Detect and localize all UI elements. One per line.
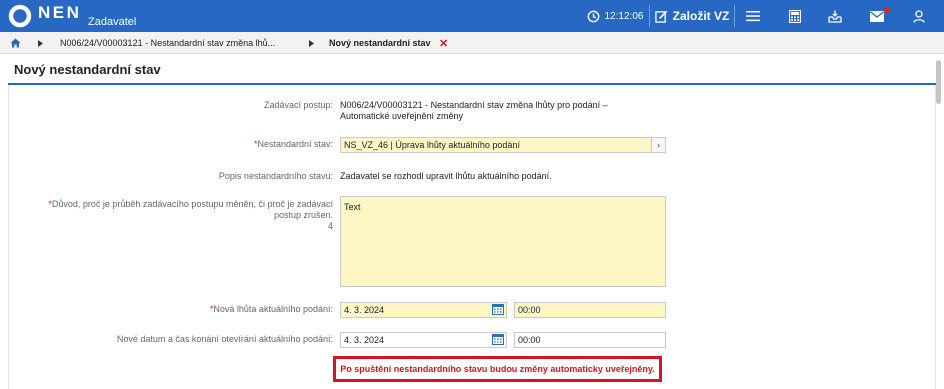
- breadcrumb: N006/24/V00003121 - Nestandardní stav zm…: [0, 32, 944, 54]
- divider: [734, 5, 735, 27]
- notification-badge: [884, 7, 890, 13]
- top-bar: NEN Zadavatel 12:12:06 Založit VZ: [0, 0, 944, 32]
- reason-char-counter: 4: [327, 221, 333, 231]
- procedure-value-line1: N006/24/V00003121 - Nestandardní stav zm…: [340, 100, 608, 110]
- new-deadline-time-input[interactable]: 00:00: [514, 302, 666, 318]
- user-button[interactable]: [904, 0, 934, 32]
- menu-icon: [746, 11, 760, 22]
- user-icon: [913, 9, 925, 23]
- opening-time-input[interactable]: 00:00: [514, 332, 666, 348]
- reason-label-line2: postup zrušen.: [273, 210, 333, 220]
- breadcrumb-home[interactable]: [10, 32, 21, 54]
- reason-label-line1: *Důvod, proč je průběh zadávacího postup…: [48, 199, 333, 209]
- create-contract-button[interactable]: Založit VZ: [652, 0, 732, 32]
- state-label-text: Nestandardní stav:: [257, 139, 333, 149]
- session-clock: 12:12:06: [584, 0, 646, 32]
- mail-icon: [870, 10, 884, 22]
- calendar-icon[interactable]: [492, 334, 504, 345]
- scrollbar-thumb[interactable]: [936, 60, 941, 104]
- chevron-right-icon: [38, 32, 43, 54]
- home-icon: [10, 38, 21, 48]
- reason-textarea[interactable]: Text: [340, 196, 666, 287]
- reason-label: *Důvod, proč je průběh zadávacího postup…: [48, 199, 333, 232]
- state-select-value: NS_VZ_46 | Úprava lhůty aktuálního podán…: [344, 140, 520, 150]
- mail-button[interactable]: [862, 0, 892, 32]
- create-contract-label: Založit VZ: [672, 9, 730, 23]
- new-deadline-date-input[interactable]: 4. 3. 2024: [340, 302, 507, 318]
- auto-publish-warning: Po spuštění nestandardního stavu budou z…: [333, 356, 662, 382]
- chevron-right-icon: [309, 32, 314, 54]
- close-tab-icon[interactable]: ✕: [439, 32, 448, 54]
- new-deadline-label: *Nová lhůta aktuálního podání:: [209, 304, 333, 314]
- opening-date-input[interactable]: 4. 3. 2024: [340, 332, 507, 348]
- nen-logo-icon[interactable]: [8, 4, 32, 28]
- page-title: Nový nestandardní stav: [14, 62, 161, 77]
- procedure-value: N006/24/V00003121 - Nestandardní stav zm…: [340, 100, 608, 122]
- breadcrumb-item-current[interactable]: Nový nestandardní stav: [329, 32, 431, 54]
- calendar-icon[interactable]: [492, 304, 504, 315]
- session-time: 12:12:06: [604, 10, 644, 22]
- warning-text: Po spuštění nestandardního stavu budou z…: [340, 364, 655, 374]
- procedure-value-line2: Automatické uveřejnění změny: [340, 111, 464, 121]
- state-select[interactable]: NS_VZ_46 | Úprava lhůty aktuálního podán…: [340, 137, 666, 153]
- inbox-button[interactable]: [820, 0, 850, 32]
- breadcrumb-item-contract[interactable]: N006/24/V00003121 - Nestandardní stav zm…: [60, 32, 275, 54]
- brand-name[interactable]: NEN: [38, 3, 81, 23]
- description-value: Zadavatel se rozhodl upravit lhůtu aktuá…: [340, 171, 552, 181]
- opening-label: Nové datum a čas konání otevírání aktuál…: [116, 334, 333, 344]
- calculator-icon: [789, 9, 801, 23]
- menu-button[interactable]: [738, 0, 768, 32]
- description-label: Popis nestandardního stavu:: [218, 171, 333, 181]
- state-label: *Nestandardní stav:: [254, 139, 333, 150]
- procedure-label: Zadávací postup:: [263, 100, 333, 110]
- calculator-button[interactable]: [780, 0, 810, 32]
- clock-icon: [587, 10, 599, 22]
- inbox-download-icon: [828, 10, 842, 23]
- divider: [649, 5, 650, 27]
- edit-icon: [654, 10, 667, 23]
- chevron-right-icon[interactable]: ›: [651, 138, 665, 152]
- user-role: Zadavatel: [88, 16, 137, 28]
